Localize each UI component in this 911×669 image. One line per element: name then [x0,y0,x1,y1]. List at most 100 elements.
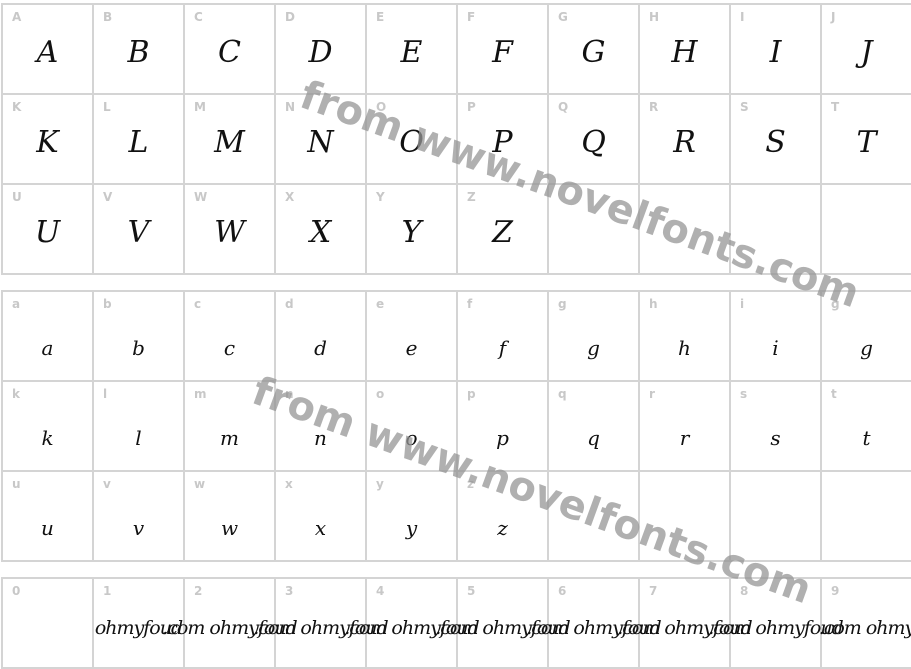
glyph-label: z [467,477,474,491]
glyph-label: 5 [467,584,476,598]
glyph-label: 1 [103,584,112,598]
glyph-label: Q [558,100,569,114]
glyph-cell: oo [367,382,458,472]
glyph-label: 9 [831,584,840,598]
glyph-label: J [831,10,836,24]
glyph-label: H [649,10,660,24]
glyph-label: T [831,100,840,114]
glyph-label: P [467,100,476,114]
glyph-cell: FF [458,5,549,95]
glyph-label: c [194,297,202,311]
glyph-label: L [103,100,111,114]
glyph-cell: RR [640,95,731,185]
glyph-sample: F [492,35,513,70]
glyph-cell [731,185,822,275]
glyph-sample: .com ohmy [818,617,911,639]
glyph-sample: o [405,426,418,450]
glyph-sample: w [220,516,239,540]
glyph-sample: Y [401,215,422,250]
glyph-cell: tt [822,382,911,472]
glyph-cell: KK [3,95,94,185]
glyph-cell: hh [640,292,731,382]
glyph-sample: k [41,426,54,450]
glyph-cell: TT [822,95,911,185]
glyph-sample: H [671,35,698,70]
glyph-label: C [194,10,203,24]
glyph-cell: nn [276,382,367,472]
glyph-label: v [103,477,111,491]
glyph-cell: ww [185,472,276,562]
glyph-cell: JJ [822,5,911,95]
glyph-cell [640,472,731,562]
glyph-label: h [649,297,658,311]
glyph-cell: ii [731,292,822,382]
glyph-label: 3 [285,584,294,598]
glyph-sample: a [41,336,54,360]
glyph-sample: u [41,516,54,540]
glyph-label: l [103,387,108,401]
glyph-cell: bb [94,292,185,382]
glyph-label: E [376,10,385,24]
glyph-cell: QQ [549,95,640,185]
glyph-cell: EE [367,5,458,95]
glyph-label: b [103,297,112,311]
glyph-label: a [12,297,21,311]
glyph-sample: v [132,516,145,540]
glyph-cell: ff [458,292,549,382]
glyph-label: m [194,387,207,401]
glyph-label: N [285,100,296,114]
glyph-sample: Z [492,215,513,250]
glyph-cell: UU [3,185,94,275]
glyph-cell [640,185,731,275]
glyph-cell: ll [94,382,185,472]
glyph-label: x [285,477,293,491]
glyph-label: u [12,477,21,491]
glyph-sample: M [214,125,245,160]
glyph-label: 4 [376,584,385,598]
glyph-cell [822,472,911,562]
glyph-label: 2 [194,584,203,598]
glyph-sample: r [679,426,690,450]
glyph-sample: T [856,125,877,160]
glyph-sample: d [314,336,327,360]
glyph-sample: O [399,125,424,160]
glyph-label: e [376,297,385,311]
glyph-cell: kk [3,382,94,472]
glyph-label: K [12,100,22,114]
glyph-cell: ee [367,292,458,382]
glyph-label: t [831,387,837,401]
glyph-cell: pp [458,382,549,472]
glyph-sample: A [36,35,59,70]
glyph-sample: m [220,426,239,450]
glyph-cell [731,472,822,562]
glyph-label: I [740,10,745,24]
glyph-cell: WW [185,185,276,275]
glyph-cell: VV [94,185,185,275]
glyph-label: y [376,477,384,491]
glyph-cell: gg [822,292,911,382]
glyph-sample: b [132,336,145,360]
glyph-cell: DD [276,5,367,95]
glyph-cell: HH [640,5,731,95]
glyph-sample: z [497,516,508,540]
glyph-cell [549,185,640,275]
glyph-sample: K [36,125,59,160]
glyph-sample: q [587,426,600,450]
glyph-label: U [12,190,22,204]
glyph-cell: 9 .com ohmy [819,579,911,669]
glyph-cell: XX [276,185,367,275]
glyph-sample: B [127,35,150,70]
glyph-cell: ZZ [458,185,549,275]
glyph-label: g [831,297,840,311]
glyph-cell: YY [367,185,458,275]
glyph-label: W [194,190,208,204]
glyph-label: k [12,387,20,401]
glyph-sample: R [673,125,696,160]
glyph-sample: g [860,336,873,360]
glyph-sample: C [218,35,241,70]
glyph-cell: vv [94,472,185,562]
glyph-label: r [649,387,655,401]
glyph-cell: GG [549,5,640,95]
glyph-label: F [467,10,476,24]
glyph-sample: p [496,426,509,450]
